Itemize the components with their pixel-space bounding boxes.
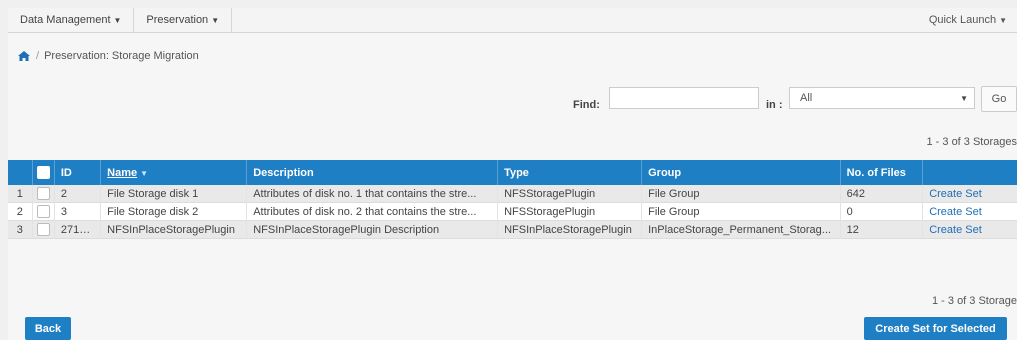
create-set-link[interactable]: Create Set [929,188,982,200]
row-checkbox[interactable] [36,223,50,236]
quick-launch-label: Quick Launch [928,14,997,26]
sort-desc-icon: ▼ [140,168,149,178]
header-description[interactable]: Description [246,160,499,185]
row-number: 1 [8,185,33,203]
row-checkbox-cell[interactable] [32,202,55,221]
cell-type: NFSInPlaceStoragePlugin [497,220,643,239]
cell-name: File Storage disk 2 [100,202,248,221]
menu-label: Preservation [146,14,209,26]
chevron-down-icon: ▼ [999,15,1007,25]
cell-description: Attributes of disk no. 2 that contains t… [246,202,499,221]
home-icon[interactable] [18,51,30,61]
top-menu-bar: Data Management ▼ Preservation ▼ Quick L… [8,8,1017,33]
chevron-down-icon: ▼ [113,15,122,25]
find-label: Find: [573,99,600,111]
cell-files: 642 [840,185,924,203]
find-input[interactable] [609,87,759,109]
cell-group: File Group [641,185,841,203]
cell-id: 3 [54,202,102,221]
header-id[interactable]: ID [54,160,102,185]
menu-label: Data Management [20,14,111,26]
chevron-down-icon: ▼ [960,94,968,103]
go-button[interactable]: Go [981,86,1017,112]
row-number: 3 [8,220,33,239]
create-set-link[interactable]: Create Set [929,224,982,236]
cell-action: Create Set [922,185,1017,203]
quick-launch-menu[interactable]: Quick Launch ▼ [929,8,1007,32]
table-row[interactable]: 2 3 File Storage disk 2 Attributes of di… [8,202,1017,221]
cell-id: 2 [54,185,102,203]
cell-action: Create Set [922,202,1017,221]
create-set-link[interactable]: Create Set [929,206,982,218]
create-set-for-selected-button[interactable]: Create Set for Selected [864,317,1007,340]
cell-description: Attributes of disk no. 1 that contains t… [246,185,499,203]
cell-id: 271432 [54,220,102,239]
cell-type: NFSStoragePlugin [497,185,643,203]
page-frame: Data Management ▼ Preservation ▼ Quick L… [8,8,1017,340]
cell-name: File Storage disk 1 [100,185,248,203]
header-files[interactable]: No. of Files [840,160,924,185]
header-actions [922,160,1017,185]
header-name-label[interactable]: Name [107,167,137,179]
row-number: 2 [8,202,33,221]
in-label: in : [766,99,783,111]
breadcrumb: / Preservation: Storage Migration [18,50,199,62]
storage-table: ID Name ▼ Description Type Group No. of F… [8,160,1017,239]
cell-files: 0 [840,202,924,221]
select-value: All [800,92,813,104]
cell-type: NFSStoragePlugin [497,202,643,221]
cell-description: NFSInPlaceStoragePlugin Description [246,220,499,239]
table-header-row: ID Name ▼ Description Type Group No. of F… [8,160,1017,185]
select-all-checkbox[interactable] [36,166,50,179]
row-checkbox[interactable] [36,205,50,218]
chevron-down-icon: ▼ [211,15,220,25]
header-rownum [8,160,33,185]
table-row[interactable]: 3 271432 NFSInPlaceStoragePlugin NFSInPl… [8,220,1017,239]
header-group[interactable]: Group [641,160,841,185]
row-checkbox[interactable] [36,187,50,200]
header-name[interactable]: Name ▼ [100,160,248,185]
breadcrumb-separator: / [36,50,40,62]
menu-preservation[interactable]: Preservation ▼ [134,8,233,32]
back-button[interactable]: Back [25,317,71,340]
cell-action: Create Set [922,220,1017,239]
row-checkbox-cell[interactable] [32,185,55,203]
cell-files: 12 [840,220,924,239]
header-select-all[interactable] [32,160,55,185]
cell-name: NFSInPlaceStoragePlugin [100,220,248,239]
breadcrumb-current: Preservation: Storage Migration [44,50,199,62]
results-count-bottom: 1 - 3 of 3 Storage [932,295,1017,307]
header-type[interactable]: Type [497,160,643,185]
row-checkbox-cell[interactable] [32,220,55,239]
menu-data-management[interactable]: Data Management ▼ [8,8,135,32]
cell-group: InPlaceStorage_Permanent_Storag... [641,220,841,239]
search-scope-select[interactable]: All ▼ [789,87,975,109]
table-row[interactable]: 1 2 File Storage disk 1 Attributes of di… [8,185,1017,203]
results-count-top: 1 - 3 of 3 Storages [926,136,1017,148]
cell-group: File Group [641,202,841,221]
